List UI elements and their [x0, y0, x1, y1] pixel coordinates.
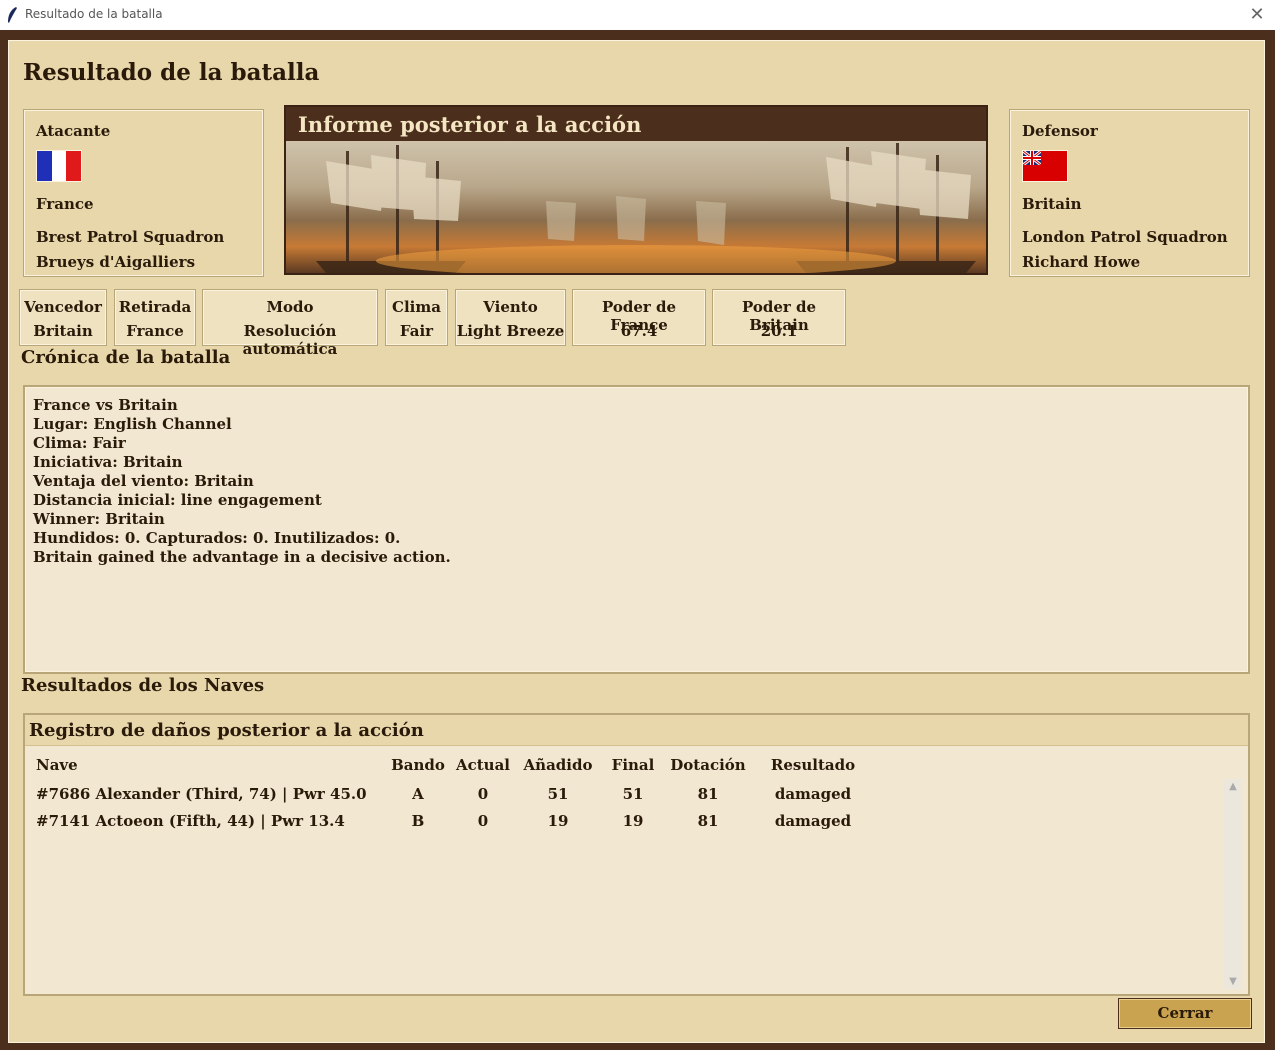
feather-icon [8, 7, 17, 23]
ships-table-title: Registro de daños posterior a la acción [25, 715, 1248, 746]
ship-side: A [412, 785, 424, 803]
table-scrollbar[interactable]: ▲ ▼ [1224, 779, 1242, 989]
naval-battle-image [286, 141, 986, 273]
close-button[interactable]: Cerrar [1118, 998, 1252, 1029]
column-header-ship[interactable]: Nave [36, 756, 78, 774]
ship-crew: 81 [697, 785, 719, 803]
chronicle-line: Iniciativa: Britain [33, 453, 183, 471]
ship-crew: 81 [697, 812, 719, 830]
stat-value: France [126, 322, 184, 340]
chronicle-line: Lugar: English Channel [33, 415, 232, 433]
stat-value: Britain [33, 322, 93, 340]
chronicle-title: Crónica de la batalla [21, 347, 231, 368]
ship-result: damaged [774, 785, 852, 803]
ships-section-title: Resultados de los Naves [21, 675, 265, 696]
column-header-current[interactable]: Actual [456, 756, 510, 774]
attacker-squadron: Brest Patrol Squadron [36, 228, 225, 246]
banner-title: Informe posterior a la acción [286, 107, 986, 141]
attacker-role-label: Atacante [36, 122, 111, 140]
ship-final: 51 [622, 785, 644, 803]
stat-label: Retirada [118, 298, 192, 316]
ship-current: 0 [477, 785, 489, 803]
battle-result-panel: Resultado de la batalla Atacante France … [8, 40, 1265, 1043]
attacker-card: Atacante France Brest Patrol Squadron Br… [23, 109, 264, 277]
defender-card: Defensor Britain London Patrol Squadron … [1009, 109, 1250, 277]
ship-added: 51 [547, 785, 569, 803]
france-flag-icon [36, 150, 82, 182]
chronicle-textbox[interactable]: France vs Britain Lugar: English Channel… [23, 385, 1250, 674]
chronicle-line: Winner: Britain [33, 510, 165, 528]
defender-role-label: Defensor [1022, 122, 1098, 140]
stat-mode: Modo Resolución automática [202, 289, 378, 358]
ship-added: 19 [547, 812, 569, 830]
stat-value: 20.1 [760, 322, 798, 340]
stat-label: Clima [392, 298, 441, 316]
column-header-side[interactable]: Bando [391, 756, 445, 774]
stat-label: Vencedor [24, 298, 102, 316]
stat-retreat: Retirada France [114, 289, 196, 346]
stat-winner: Vencedor Britain [19, 289, 107, 346]
chronicle-line: Distancia inicial: line engagement [33, 491, 322, 509]
chronicle-line: France vs Britain [33, 396, 178, 414]
stat-value: Fair [399, 322, 434, 340]
ships-table: Registro de daños posterior a la acción … [23, 713, 1250, 996]
attacker-commander: Brueys d'Aigalliers [36, 253, 196, 271]
close-icon[interactable]: ✕ [1245, 3, 1269, 27]
stat-value: 67.4 [620, 322, 658, 340]
stat-label: Modo [266, 298, 314, 316]
after-action-banner: Informe posterior a la acción [284, 105, 988, 275]
window-title: Resultado de la batalla [25, 7, 163, 21]
ship-side: B [411, 812, 425, 830]
window-title-bar: Resultado de la batalla ✕ [0, 0, 1275, 30]
window-frame: Resultado de la batalla Atacante France … [0, 30, 1275, 1050]
column-header-final[interactable]: Final [612, 756, 655, 774]
defender-commander: Richard Howe [1022, 253, 1141, 271]
column-header-added[interactable]: Añadido [524, 756, 593, 774]
attacker-nation: France [36, 195, 94, 213]
chronicle-line: Clima: Fair [33, 434, 126, 452]
ship-final: 19 [622, 812, 644, 830]
chronicle-line: Britain gained the advantage in a decisi… [33, 548, 451, 566]
stat-wind: Viento Light Breeze [455, 289, 566, 346]
column-header-crew[interactable]: Dotación [670, 756, 745, 774]
chronicle-line: Ventaja del viento: Britain [33, 472, 254, 490]
stat-value: Light Breeze [456, 322, 565, 340]
ship-name: #7141 Actoeon (Fifth, 44) | Pwr 13.4 [36, 812, 345, 830]
stat-power-france: Poder de France 67.4 [572, 289, 706, 346]
scroll-up-icon[interactable]: ▲ [1224, 781, 1242, 792]
stat-label: Viento [483, 298, 538, 316]
column-header-result[interactable]: Resultado [771, 756, 855, 774]
britain-flag-icon [1022, 149, 1068, 182]
stat-power-britain: Poder de Britain 20.1 [712, 289, 846, 346]
defender-nation: Britain [1022, 195, 1082, 213]
ship-current: 0 [477, 812, 489, 830]
defender-squadron: London Patrol Squadron [1022, 228, 1228, 246]
stat-weather: Clima Fair [385, 289, 448, 346]
ship-result: damaged [774, 812, 852, 830]
page-title: Resultado de la batalla [23, 59, 320, 86]
chronicle-line: Hundidos: 0. Capturados: 0. Inutilizados… [33, 529, 401, 547]
ship-name: #7686 Alexander (Third, 74) | Pwr 45.0 [36, 785, 367, 803]
scroll-down-icon[interactable]: ▼ [1224, 976, 1242, 987]
